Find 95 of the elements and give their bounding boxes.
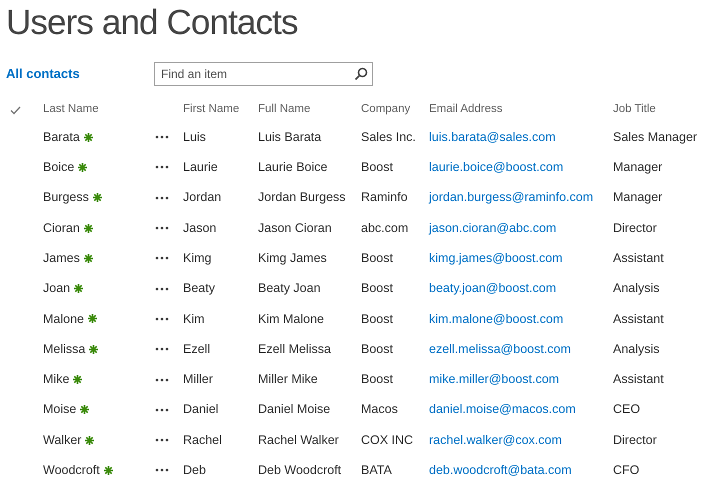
more-icon[interactable] <box>155 286 169 291</box>
table-cell-text: Jordan Burgess <box>258 189 346 206</box>
table-cell-text: Analysis <box>613 280 660 298</box>
table-cell-text: Macos <box>361 401 398 418</box>
email-link[interactable]: kimg.james@boost.com <box>429 248 563 268</box>
check-icon[interactable] <box>10 106 21 114</box>
table-cell-text: COX INC <box>361 432 414 449</box>
table-cell-text: Luis Barata <box>258 128 322 146</box>
table-cell-text: Daniel <box>183 401 218 418</box>
more-icon[interactable] <box>155 256 169 260</box>
table-cell-text: Manager <box>613 159 662 176</box>
page-title: Users and Contacts <box>5 2 299 40</box>
more-icon[interactable] <box>155 408 169 412</box>
last-name-link[interactable]: Mike <box>43 370 70 389</box>
more-icon[interactable] <box>155 347 169 352</box>
table-cell-text: Rachel Walker <box>258 432 339 449</box>
more-icon[interactable] <box>155 196 169 200</box>
last-name-link[interactable]: Woodcroft <box>43 461 100 480</box>
table-cell-text: Beaty Joan <box>258 280 321 298</box>
last-name-link[interactable]: Cioran <box>43 218 80 238</box>
more-icon[interactable] <box>155 316 169 321</box>
table-cell-text: Laurie Boice <box>258 159 328 176</box>
column-header[interactable]: Email Address <box>429 101 503 119</box>
table-cell-text: Director <box>613 432 657 449</box>
table-cell-text: Kimg James <box>258 250 327 267</box>
table-cell-text: Boost <box>361 250 393 267</box>
column-header[interactable]: Job Title <box>613 101 656 119</box>
table-cell-text: Miller Mike <box>258 371 318 388</box>
email-link[interactable]: luis.barata@sales.com <box>429 128 556 147</box>
table-cell-text: BATA <box>361 462 392 480</box>
table-cell-text: Miller <box>183 371 213 388</box>
table-cell-text: Analysis <box>613 340 660 358</box>
view-link[interactable]: All contacts <box>6 64 154 84</box>
table-cell-text: Boost <box>361 340 393 358</box>
table-cell-text: Jason <box>183 220 216 237</box>
table-cell-text: Manager <box>613 189 662 206</box>
column-header[interactable]: Company <box>361 101 410 119</box>
search-field[interactable]: Find an item <box>154 62 373 86</box>
table-cell-text: Laurie <box>183 159 218 176</box>
last-name-link[interactable]: Burgess <box>43 188 89 208</box>
email-link[interactable]: laurie.boice@boost.com <box>429 158 564 177</box>
table-cell-text: Assistant <box>613 310 664 328</box>
table-cell-text: Ezell Melissa <box>258 340 331 358</box>
table-cell-text: CFO <box>613 462 640 480</box>
table-cell-text: Director <box>613 220 657 237</box>
table-cell-text: Boost <box>361 371 393 388</box>
table-cell-text: Kim <box>183 310 205 328</box>
table-cell-text: Ezell <box>183 340 210 358</box>
more-icon[interactable] <box>155 135 169 140</box>
table-cell-text: CEO <box>613 401 640 418</box>
more-icon[interactable] <box>155 438 169 442</box>
table-cell-text: Raminfo <box>361 189 408 206</box>
table-cell-text: Assistant <box>613 371 664 388</box>
table-cell-text: Deb Woodcroft <box>258 462 342 480</box>
table-cell-text: Kimg <box>183 250 212 267</box>
last-name-link[interactable]: Malone <box>43 310 84 328</box>
email-link[interactable]: daniel.moise@macos.com <box>429 400 576 420</box>
more-icon[interactable] <box>155 378 169 382</box>
email-link[interactable]: kim.malone@boost.com <box>429 310 564 328</box>
email-link[interactable]: ezell.melissa@boost.com <box>429 340 571 359</box>
table-cell-text: Beaty <box>183 280 215 298</box>
table-cell-text: Assistant <box>613 250 664 267</box>
table-cell-text: Sales Inc. <box>361 128 416 146</box>
last-name-link[interactable]: Barata <box>43 128 80 147</box>
search-icon[interactable] <box>354 67 368 81</box>
more-icon[interactable] <box>155 165 169 170</box>
last-name-link[interactable]: Walker <box>43 430 82 450</box>
table-cell-text: Boost <box>361 159 393 176</box>
table-cell-text: Sales Manager <box>613 128 698 146</box>
email-link[interactable]: jason.cioran@abc.com <box>429 218 556 238</box>
more-icon[interactable] <box>155 226 169 230</box>
table-cell-text: abc.com <box>361 220 408 237</box>
table-cell-text: Daniel Moise <box>258 401 330 418</box>
last-name-link[interactable]: Joan <box>43 279 70 298</box>
last-name-link[interactable]: Melissa <box>43 340 86 359</box>
email-link[interactable]: mike.miller@boost.com <box>429 370 560 389</box>
column-header[interactable]: First Name <box>183 101 240 119</box>
column-header[interactable]: Last Name <box>43 101 99 119</box>
email-link[interactable]: beaty.joan@boost.com <box>429 279 556 298</box>
table-cell-text: Luis <box>183 128 206 146</box>
email-link[interactable]: rachel.walker@cox.com <box>429 430 562 450</box>
last-name-link[interactable]: James <box>43 248 80 268</box>
table-cell-text: Jason Cioran <box>258 220 332 237</box>
more-icon[interactable] <box>155 468 169 472</box>
last-name-link[interactable]: Moise <box>43 400 76 420</box>
column-header[interactable]: Full Name <box>258 101 310 119</box>
table-cell-text: Jordan <box>183 189 222 206</box>
last-name-link[interactable]: Boice <box>43 158 74 177</box>
email-link[interactable]: deb.woodcroft@bata.com <box>429 461 572 480</box>
table-cell-text: Boost <box>361 280 393 298</box>
email-link[interactable]: jordan.burgess@raminfo.com <box>429 188 594 208</box>
table-cell-text: Kim Malone <box>258 310 324 328</box>
table-cell-text: Rachel <box>183 432 222 449</box>
table-cell-text: Deb <box>183 462 206 480</box>
table-cell-text: Boost <box>361 310 393 328</box>
